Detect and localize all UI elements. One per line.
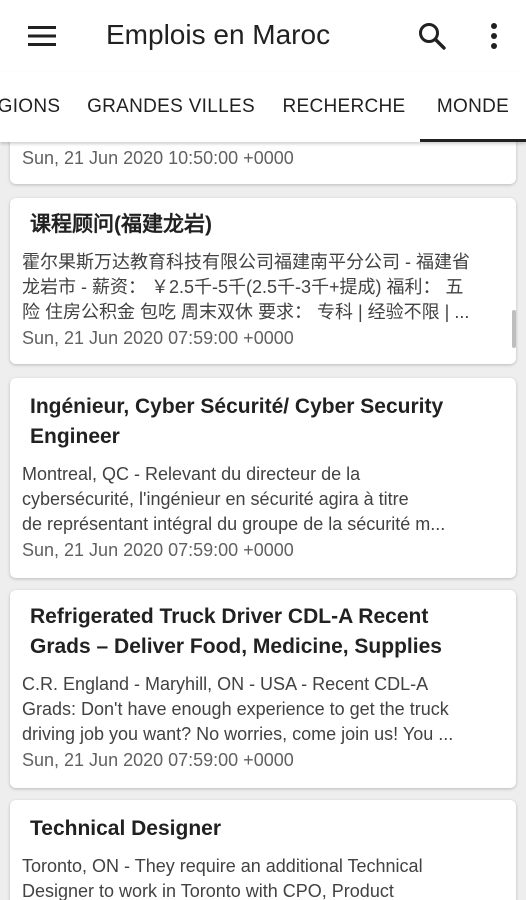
- app-root: Emplois en Maroc GIONS GRANDES VILLES RE…: [0, 0, 526, 900]
- job-snippet-line: Montreal, QC - Relevant du directeur de …: [22, 464, 361, 484]
- job-card[interactable]: 课程顾问(福建龙岩) 霍尔果斯万达教育科技有限公司福建南平分公司 - 福建省 龙…: [10, 198, 516, 364]
- search-icon: [419, 23, 446, 50]
- job-title: Refrigerated Truck Driver CDL-A Recent G…: [30, 602, 498, 662]
- job-snippet-line: Designer to work in Toronto with CPO, Pr…: [22, 881, 394, 900]
- job-card[interactable]: Ingénieur, Cyber Sécurité/ Cyber Securit…: [10, 378, 516, 578]
- job-snippet-line: C.R. England - Maryhill, ON - USA - Rece…: [22, 674, 429, 694]
- job-date: Sun, 21 Jun 2020 07:59:00 +0000: [22, 750, 294, 770]
- app-bar: Emplois en Maroc: [0, 0, 526, 72]
- job-title-line: Ingénieur, Cyber Sécurité/ Cyber Securit…: [30, 395, 444, 418]
- job-snippet-line: 险 住房公积金 包吃 周末双休 要求： 专科 | 经验不限 | ...: [22, 302, 470, 322]
- tab-bar: GIONS GRANDES VILLES RECHERCHE MONDE: [0, 72, 526, 142]
- job-card[interactable]: Sun, 21 Jun 2020 10:50:00 +0000: [10, 142, 516, 184]
- job-snippet: Montreal, QC - Relevant du directeur de …: [22, 462, 500, 537]
- tab-recherche[interactable]: RECHERCHE: [280, 72, 408, 142]
- job-title-line: Engineer: [30, 425, 120, 448]
- job-card[interactable]: Refrigerated Truck Driver CDL-A Recent G…: [10, 590, 516, 788]
- job-snippet-line: Grads: Don't have enough experience to g…: [22, 699, 449, 719]
- job-snippet-line: 龙岩市 - 薪资： ￥2.5千-5千(2.5千-3千+提成) 福利： 五: [22, 277, 464, 297]
- job-title: Technical Designer: [30, 817, 222, 840]
- job-list[interactable]: Sun, 21 Jun 2020 10:50:00 +0000 课程顾问(福建龙…: [0, 142, 526, 900]
- tab-grandes-villes[interactable]: GRANDES VILLES: [86, 72, 256, 142]
- job-title: 课程顾问(福建龙岩): [30, 213, 212, 236]
- job-title-line: Refrigerated Truck Driver CDL-A Recent: [30, 605, 429, 628]
- job-snippet: C.R. England - Maryhill, ON - USA - Rece…: [22, 672, 500, 747]
- job-title-line: Grads – Deliver Food, Medicine, Supplies: [30, 635, 442, 658]
- app-title: Emplois en Maroc: [106, 19, 331, 50]
- job-date: Sun, 21 Jun 2020 07:59:00 +0000: [22, 540, 294, 560]
- job-snippet: Toronto, ON - They require an additional…: [22, 854, 500, 900]
- tab-regions[interactable]: GIONS: [0, 72, 64, 142]
- scroll-indicator: [512, 310, 516, 348]
- job-date: Sun, 21 Jun 2020 10:50:00 +0000: [22, 148, 294, 168]
- job-snippet-line: de représentant intégral du groupe de la…: [22, 514, 446, 534]
- job-title: Ingénieur, Cyber Sécurité/ Cyber Securit…: [30, 392, 498, 452]
- more-vert-icon: [491, 23, 497, 49]
- job-snippet-line: 霍尔果斯万达教育科技有限公司福建南平分公司 - 福建省: [22, 252, 470, 272]
- job-card[interactable]: Technical Designer Toronto, ON - They re…: [10, 800, 516, 900]
- search-button[interactable]: [410, 14, 454, 58]
- job-snippet-line: Toronto, ON - They require an additional…: [22, 856, 423, 876]
- job-snippet: 霍尔果斯万达教育科技有限公司福建南平分公司 - 福建省 龙岩市 - 薪资： ￥2…: [22, 250, 500, 325]
- job-snippet-line: driving job you want? No worries, come j…: [22, 724, 454, 744]
- job-date: Sun, 21 Jun 2020 07:59:00 +0000: [22, 328, 294, 348]
- hamburger-menu-icon: [28, 26, 56, 46]
- more-options-button[interactable]: [472, 14, 516, 58]
- job-snippet-line: cybersécurité, l'ingénieur en sécurité a…: [22, 489, 409, 509]
- menu-button[interactable]: [22, 18, 62, 54]
- tab-monde[interactable]: MONDE: [420, 72, 526, 142]
